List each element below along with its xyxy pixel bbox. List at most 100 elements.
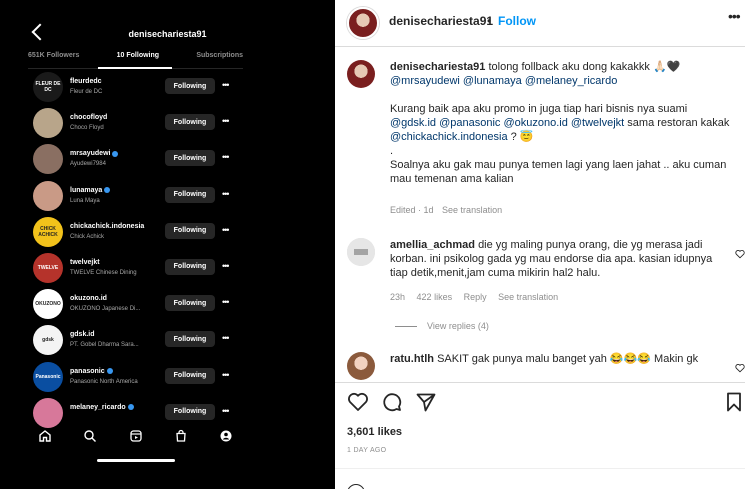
like-comment-heart-icon[interactable]	[735, 246, 745, 259]
verified-badge-icon	[127, 403, 134, 410]
following-username[interactable]: chickachick.indonesia	[70, 223, 144, 230]
following-button[interactable]: Following	[165, 78, 215, 94]
tab-subscriptions: Subscriptions	[196, 52, 243, 59]
caption-mentions-2b[interactable]: @chickachick.indonesia	[390, 131, 508, 143]
row-more-icon[interactable]: •••	[222, 150, 230, 164]
search-icon	[81, 428, 99, 444]
comment-body: amellia_achmad die yg maling punya orang…	[390, 238, 730, 280]
row-more-icon[interactable]: •••	[222, 114, 230, 128]
following-button[interactable]: Following	[165, 222, 215, 239]
caption-meta: Edited · 1d See translation	[390, 205, 508, 215]
following-row[interactable]: Panasonic panasonic Panasonic North Americ…	[32, 359, 247, 395]
following-avatar[interactable]: OKUZONO	[33, 289, 63, 320]
following-username-text: chocofloyd	[70, 114, 108, 122]
post-actions: 3,601 likes 1 DAY AGO	[335, 382, 745, 489]
comment-avatar[interactable]	[347, 352, 375, 380]
following-row[interactable]: mrsayudewi Ayudewi7984 Following •••	[32, 141, 247, 177]
caption-mentions-2a[interactable]: @gdsk.id @panasonic @okuzono.id @twelvej…	[390, 117, 624, 129]
share-plane-icon[interactable]	[415, 391, 437, 413]
tab-followers: 651K Followers	[28, 52, 80, 59]
comment-bubble-icon[interactable]	[381, 391, 403, 413]
more-options-icon[interactable]: •••	[728, 8, 741, 24]
following-avatar[interactable]: Panasonic	[33, 361, 63, 392]
following-username-text: fleurdedc	[70, 78, 102, 85]
row-more-icon[interactable]: •••	[222, 331, 230, 345]
following-username[interactable]: lunamaya	[70, 187, 111, 194]
following-username[interactable]: mrsayudewi	[70, 150, 119, 157]
following-username[interactable]: chocofloyd	[70, 114, 107, 121]
following-button[interactable]: Following	[165, 367, 215, 384]
following-row[interactable]: lunamaya Luna Maya Following •••	[32, 178, 247, 214]
comment-see-translation[interactable]: See translation	[498, 292, 558, 302]
reels-icon	[127, 428, 145, 444]
author-username[interactable]: denisechariesta91	[389, 14, 493, 28]
save-bookmark-icon[interactable]	[723, 391, 745, 413]
following-avatar[interactable]: CHICK ACHICK	[33, 216, 63, 247]
comment-avatar[interactable]	[347, 238, 375, 266]
following-fullname: Luna Maya	[70, 197, 100, 204]
comment-likes[interactable]: 422 likes	[417, 292, 453, 302]
row-more-icon[interactable]: •••	[222, 368, 230, 382]
like-heart-icon[interactable]	[347, 391, 369, 413]
following-row[interactable]: CHICK ACHICK chickachick.indonesia Chick A…	[32, 214, 247, 250]
following-button[interactable]: Following	[165, 295, 215, 312]
row-more-icon[interactable]: •••	[222, 295, 230, 309]
bottom-navigation	[28, 428, 243, 444]
following-fullname: Panasonic North America	[70, 378, 138, 385]
comment-reply-button[interactable]: Reply	[464, 292, 487, 302]
follow-button[interactable]: Follow	[498, 14, 536, 28]
following-fullname: TWELVE Chinese Dining	[70, 269, 137, 276]
caption-para2-end: ? 😇	[510, 131, 534, 143]
following-username[interactable]: okuzono.id	[70, 295, 107, 302]
comment-text: SAKIT gak punya malu banget yah 😂😂😂 Maki…	[437, 353, 699, 365]
following-username[interactable]: panasonic	[70, 368, 113, 375]
following-button[interactable]: Following	[165, 186, 215, 203]
shop-icon	[172, 428, 190, 444]
following-button[interactable]: Following	[165, 150, 215, 167]
following-button[interactable]: Following	[165, 403, 215, 420]
following-row[interactable]: TWELVE twelvejkt TWELVE Chinese Dining Foll…	[32, 250, 247, 286]
avatar-label: gdsk	[42, 337, 54, 344]
following-username[interactable]: melaney_ricardo	[70, 404, 134, 411]
following-avatar[interactable]: FLEUR DE DC	[33, 72, 63, 102]
row-more-icon[interactable]: •••	[222, 404, 230, 418]
emoji-icon[interactable]	[347, 484, 365, 489]
following-avatar[interactable]	[33, 108, 63, 139]
following-row[interactable]: OKUZONO okuzono.id OKUZONO Japanese Di... F…	[32, 286, 247, 322]
row-more-icon[interactable]: •••	[222, 259, 230, 273]
caption-avatar[interactable]	[347, 60, 375, 88]
caption-username[interactable]: denisechariesta91	[390, 61, 485, 73]
row-more-icon[interactable]: •••	[222, 223, 230, 237]
following-avatar[interactable]	[33, 144, 63, 175]
comment-username[interactable]: ratu.htlh	[390, 353, 434, 365]
following-row[interactable]: melaney_ricardo Following •••	[32, 395, 247, 431]
following-row[interactable]: FLEUR DE DC fleurdedc Fleur de DC Following…	[32, 69, 247, 105]
avatar-label: CHICK ACHICK	[38, 225, 58, 238]
following-username[interactable]: gdsk.id	[70, 331, 95, 338]
following-username[interactable]: fleurdedc	[70, 78, 102, 85]
following-button[interactable]: Following	[165, 331, 215, 348]
caption-mentions-1[interactable]: @mrsayudewi @lunamaya @melaney_ricardo	[390, 75, 617, 87]
following-avatar[interactable]: gdsk	[33, 325, 63, 356]
header-separator: •	[487, 14, 492, 28]
following-username[interactable]: twelvejkt	[70, 259, 100, 266]
row-more-icon[interactable]: •••	[222, 187, 230, 201]
caption-edited: Edited · 1d	[390, 205, 434, 215]
following-avatar[interactable]	[33, 397, 63, 428]
profile-icon	[217, 428, 235, 444]
following-row[interactable]: chocofloyd Choco Floyd Following •••	[32, 105, 247, 141]
row-more-icon[interactable]: •••	[222, 78, 230, 92]
following-fullname: Chick Achick	[70, 233, 105, 240]
caption-para3: Soalnya aku gak mau punya temen lagi yan…	[390, 159, 727, 185]
like-comment-heart-icon[interactable]	[735, 360, 745, 373]
author-avatar[interactable]	[347, 7, 379, 39]
following-avatar[interactable]: TWELVE	[33, 252, 63, 283]
post-likes-count[interactable]: 3,601 likes	[347, 426, 402, 438]
following-button[interactable]: Following	[165, 258, 215, 275]
view-replies-button[interactable]: View replies (4)	[395, 321, 489, 331]
following-row[interactable]: gdsk gdsk.id PT. Gobel Dharma Sara... Follo…	[32, 322, 247, 358]
caption-see-translation[interactable]: See translation	[442, 205, 502, 215]
following-avatar[interactable]	[33, 180, 63, 211]
following-button[interactable]: Following	[165, 114, 215, 131]
comment-username[interactable]: amellia_achmad	[390, 239, 475, 251]
